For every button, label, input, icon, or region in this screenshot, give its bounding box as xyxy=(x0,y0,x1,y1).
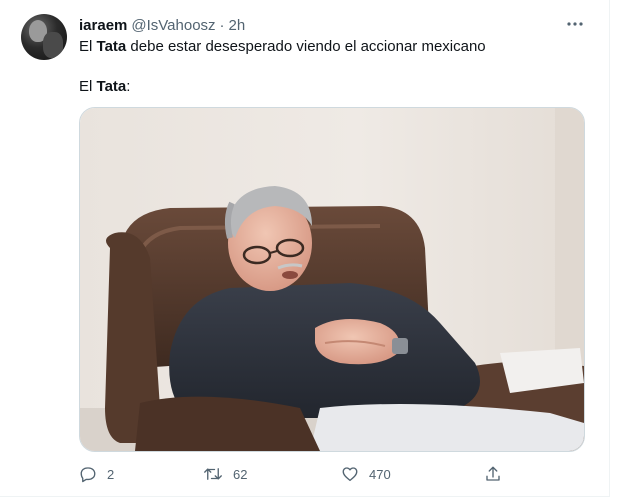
reply-icon xyxy=(80,467,96,483)
more-horizontal-icon xyxy=(567,22,583,26)
tweet-timestamp[interactable]: 2h xyxy=(229,17,246,34)
tweet-header: iaraem @IsVahoosz · 2h xyxy=(79,15,245,35)
avatar[interactable] xyxy=(21,14,67,60)
text-bold-segment: Tata xyxy=(96,38,127,55)
retweet-button[interactable]: 62 xyxy=(203,462,247,486)
tweet-text-line-2: El Tata: xyxy=(79,77,130,97)
share-icon xyxy=(486,466,500,481)
more-options-button[interactable] xyxy=(564,14,586,34)
retweet-icon xyxy=(204,468,222,480)
like-count: 470 xyxy=(369,466,391,482)
tweet-text-line-1: El Tata debe estar desesperado viendo el… xyxy=(79,37,486,57)
text-segment: El xyxy=(79,78,97,95)
text-segment: El xyxy=(79,38,97,55)
text-bold-segment: Tata xyxy=(96,78,127,95)
tweet-actions: 2 62 470 xyxy=(79,460,585,488)
separator-dot: · xyxy=(219,16,225,34)
retweet-count: 62 xyxy=(233,466,248,482)
like-button[interactable]: 470 xyxy=(341,462,391,486)
heart-icon xyxy=(342,467,358,482)
timeline-divider xyxy=(609,0,610,497)
share-button[interactable] xyxy=(484,462,502,486)
tweet[interactable]: iaraem @IsVahoosz · 2h El Tata debe esta… xyxy=(0,0,625,497)
tweet-media-photo[interactable] xyxy=(79,107,585,452)
text-segment: : xyxy=(126,78,131,95)
text-segment: debe estar desesperado viendo el acciona… xyxy=(126,38,486,55)
author-handle[interactable]: @IsVahoosz xyxy=(131,17,215,34)
reply-count: 2 xyxy=(107,466,115,482)
photo-man-sleeping-in-recliner xyxy=(80,108,584,451)
reply-button[interactable]: 2 xyxy=(79,462,114,486)
author-name[interactable]: iaraem xyxy=(79,17,127,34)
